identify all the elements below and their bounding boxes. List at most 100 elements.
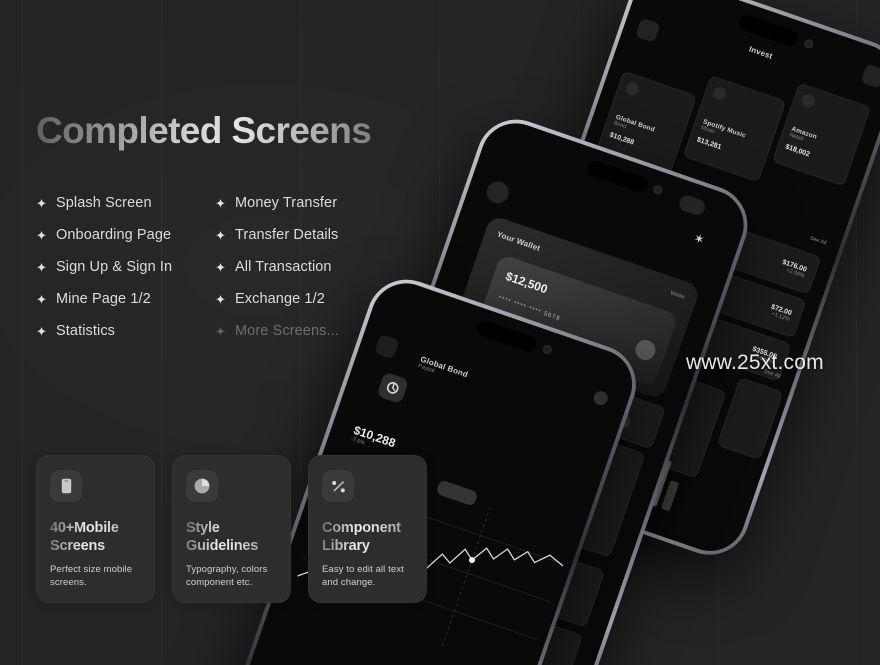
feature-label: Money Transfer bbox=[235, 195, 338, 212]
stock-tile-sub: Music bbox=[700, 124, 716, 136]
activity-sub: Paypal bbox=[616, 208, 635, 220]
phone-invest-screen: Invest Global Bond Bond $10,288 Spotify … bbox=[470, 0, 880, 561]
chart-tooltip bbox=[435, 479, 479, 507]
feature-label: Transfer Details bbox=[235, 227, 339, 244]
stock-tile[interactable]: Amazon Retail $18,002 bbox=[771, 82, 872, 187]
tile-amount: $1,000 bbox=[413, 430, 442, 448]
sparkle-star-icon: ✦ bbox=[36, 195, 47, 211]
tile-action-button[interactable]: Schedule bbox=[438, 469, 462, 482]
section-label-trending: Trending Activity bbox=[589, 159, 658, 190]
wallet-title: Your Wallet bbox=[495, 229, 542, 253]
feature-item-mine-page[interactable]: ✦ Mine Page 1/2 bbox=[36, 283, 211, 315]
tile-sub: Investment bbox=[528, 474, 557, 489]
menu-button[interactable] bbox=[483, 178, 512, 207]
feature-label: All Transaction bbox=[235, 259, 332, 276]
activity-sub: paypal@bank.id bbox=[601, 252, 641, 271]
page-title: Completed Screens bbox=[36, 110, 416, 151]
activity-tile[interactable]: Global Bond Investment bbox=[503, 417, 646, 558]
chart-price: $10,288 bbox=[351, 422, 398, 451]
sparkle-star-icon: ✦ bbox=[36, 291, 47, 307]
stock-tile[interactable]: Global Bond Bond $10,288 bbox=[596, 70, 698, 176]
sparkle-star-icon: ✦ bbox=[36, 227, 47, 243]
back-button[interactable] bbox=[635, 17, 661, 43]
activity-name: Amazon bbox=[588, 289, 616, 305]
card-title: Component Library bbox=[322, 520, 413, 555]
feature-label: Statistics bbox=[56, 323, 116, 340]
feature-list: ✦ Splash Screen ✦ Onboarding Page ✦ Sign… bbox=[36, 187, 416, 347]
activity-row[interactable]: Apple Store Paypal $176.00 +2.08% bbox=[574, 176, 822, 295]
chart-title: Global Bond bbox=[419, 354, 470, 380]
feature-item-sign-up-sign-in[interactable]: ✦ Sign Up & Sign In bbox=[36, 251, 211, 283]
phone-mockup-invest: Invest Global Bond Bond $10,288 Spotify … bbox=[465, 0, 880, 566]
stock-tile-name: Amazon bbox=[790, 125, 818, 141]
feature-label: Splash Screen bbox=[56, 195, 152, 212]
bar-chart bbox=[621, 442, 687, 512]
activity-change: +1.12% bbox=[770, 310, 791, 323]
credit-card: $12,500 **** **** **** 5678 Mastercard bbox=[476, 253, 679, 387]
front-camera-icon bbox=[541, 343, 553, 356]
activity-name: Apple Store bbox=[618, 202, 658, 222]
chart-change: -7.5% bbox=[349, 436, 366, 447]
sparkle-star-icon: ✦ bbox=[215, 227, 226, 243]
activity-amount: $176.00 bbox=[781, 258, 808, 274]
front-camera-icon bbox=[803, 38, 815, 50]
recent-transfer-tile[interactable]: Recent Transfer bbox=[547, 371, 666, 450]
feature-item-onboarding-page[interactable]: ✦ Onboarding Page bbox=[36, 219, 211, 251]
sparkle-star-icon: ✦ bbox=[215, 259, 226, 275]
feature-card-component-library[interactable]: Component Library Easy to edit all text … bbox=[308, 455, 427, 603]
card-chip-icon bbox=[632, 337, 659, 363]
card-title: 40+Mobile Screens bbox=[50, 520, 141, 555]
sparkle-icon: ✶ bbox=[691, 230, 707, 248]
section-label-best: Best For You bbox=[536, 314, 589, 340]
activity-name: PayPal bbox=[603, 245, 627, 260]
recent-transfer-label: Recent Transfer bbox=[566, 381, 605, 400]
watermark: www.25xt.com bbox=[686, 351, 824, 374]
chart-subtitle: Paypal bbox=[417, 363, 436, 375]
feature-item-statistics[interactable]: ✦ Statistics bbox=[36, 315, 211, 347]
phone-notch bbox=[736, 12, 815, 50]
asset-logo-icon bbox=[376, 371, 410, 405]
pie-chart-icon bbox=[186, 470, 218, 502]
feature-item-splash-screen[interactable]: ✦ Splash Screen bbox=[36, 187, 211, 219]
feature-card-style-guidelines[interactable]: Style Guidelines Typography, colors comp… bbox=[172, 455, 291, 603]
wallet-card[interactable]: Your Wallet Wallet $12,500 **** **** ***… bbox=[452, 214, 702, 401]
promo-tile[interactable] bbox=[615, 363, 727, 479]
wallet-action[interactable]: Wallet bbox=[669, 290, 685, 301]
wallet-balance: $12,500 bbox=[503, 268, 550, 297]
phone-invest-title: Invest bbox=[747, 44, 774, 61]
feature-item-exchange[interactable]: ✦ Exchange 1/2 bbox=[215, 283, 390, 315]
see-all-link[interactable]: See All bbox=[809, 235, 827, 246]
feature-card-mobile-screens[interactable]: 40+Mobile Screens Perfect size mobile sc… bbox=[36, 455, 155, 603]
component-nodes-icon bbox=[322, 470, 354, 502]
promo-tile[interactable] bbox=[716, 377, 784, 461]
feature-cards-row: 40+Mobile Screens Perfect size mobile sc… bbox=[36, 455, 427, 603]
promo-tile[interactable] bbox=[503, 333, 636, 456]
section-label-recent: Recent Activity bbox=[433, 343, 494, 372]
activity-row[interactable]: PayPal paypal@bank.id $72.00 +1.12% bbox=[559, 219, 807, 339]
front-camera-icon bbox=[652, 184, 664, 196]
feature-label: More Screens... bbox=[235, 323, 339, 340]
sparkle-star-icon: ✦ bbox=[215, 195, 226, 211]
card-brand: Mastercard bbox=[492, 308, 524, 325]
feature-label: Exchange 1/2 bbox=[235, 291, 325, 308]
feature-item-transfer-details[interactable]: ✦ Transfer Details bbox=[215, 219, 390, 251]
stock-tile-name: Spotify Music bbox=[702, 118, 747, 140]
stock-tile-amount: $10,288 bbox=[608, 131, 635, 147]
stock-tile[interactable]: Spotify Music Music $13,281 bbox=[682, 75, 787, 183]
notification-button[interactable] bbox=[860, 63, 880, 89]
feature-item-money-transfer[interactable]: ✦ Money Transfer bbox=[215, 187, 390, 219]
search-button[interactable] bbox=[677, 193, 707, 218]
stock-tile-amount: $13,281 bbox=[695, 136, 723, 152]
sparkle-star-icon: ✦ bbox=[36, 323, 47, 339]
feature-label: Onboarding Page bbox=[56, 227, 172, 244]
card-description: Easy to edit all text and change. bbox=[322, 564, 404, 589]
activity-sub: Retail bbox=[586, 295, 602, 306]
mobile-phone-icon bbox=[50, 470, 82, 502]
card-description: Typography, colors component etc. bbox=[186, 564, 268, 589]
feature-item-more-screens[interactable]: ✦ More Screens... bbox=[215, 315, 390, 347]
more-options-button[interactable] bbox=[591, 389, 610, 408]
phone-notch bbox=[585, 158, 664, 196]
feature-item-all-transaction[interactable]: ✦ All Transaction bbox=[215, 251, 390, 283]
stock-tile-name: Global Bond bbox=[614, 113, 656, 134]
chart-price-block: $10,288 -7.5% bbox=[350, 423, 398, 456]
